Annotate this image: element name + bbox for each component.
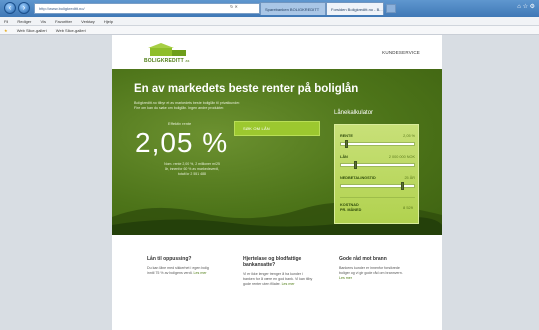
lan-slider-handle[interactable] [353,161,357,169]
tab-boligkreditt-1[interactable]: Sparebanken BOLIGKREDITT [260,2,326,15]
menu-edit[interactable]: Rediger [17,19,31,24]
menu-tools[interactable]: Verktøy [81,19,95,24]
browser-title-bar: ‹ › http://www.boligkreditt.no/ ↻ ✕ Spar… [0,0,539,17]
calculator-divider [340,197,415,198]
hero-title: En av markedets beste renter på boliglån [134,83,359,95]
nedbetalingstid-value: 25 ÅR [404,176,415,180]
info-title: Lån til oppussing? [147,256,192,262]
kundeservice-link[interactable]: KUNDESERVICE [382,50,420,55]
rente-slider-handle[interactable] [344,140,348,148]
tab-boligkreditt-2[interactable]: Forsiden Boligkreditt.no - B... [326,2,384,15]
forward-icon[interactable]: › [18,2,30,14]
nedbetalingstid-row: NEDBETALINGSTID 25 ÅR [340,176,415,180]
menu-favorites[interactable]: Favoritter [55,19,72,24]
read-more-link[interactable]: Les mer [282,282,295,286]
rente-value: 2,05 % [403,134,415,138]
home-icon[interactable]: ⌂ ☆ ⚙ [517,3,535,10]
rente-slider[interactable] [340,140,415,148]
loan-calculator: RENTE 2,05 % LÅN 2 000 000 NOK NEDBETALI… [334,124,419,224]
interest-rate: 2,05 % [135,127,229,158]
hero-description: Boligkreditt.no tilbyr et av markedets b… [134,101,241,110]
hero-banner: En av markedets beste renter på boliglån… [112,69,442,235]
info-block-bankansatte: Hjertelase og blodfattige bankansatte? V… [243,256,313,287]
favorites-star-icon[interactable]: ★ [4,28,8,33]
web-page: BOLIGKREDITT as KUNDESERVICE En av marke… [112,35,442,330]
back-icon[interactable]: ‹ [4,2,16,14]
menu-bar: Fil Rediger Vis Favoritter Verktøy Hjelp [0,17,539,26]
info-text: Du kan låne med sikkerhet i egen bolig i… [147,266,209,275]
rate-note: Nom. rente 2,00 %, 2 millioner m/25 år, … [164,162,220,176]
info-block-oppussing: Lån til oppussing? Du kan låne med sikke… [147,256,217,276]
address-bar[interactable]: http://www.boligkreditt.no/ [34,3,260,14]
lan-value: 2 000 000 NOK [388,155,415,159]
menu-file[interactable]: Fil [4,19,8,24]
menu-view[interactable]: Vis [41,19,46,24]
rente-row: RENTE 2,05 % [340,134,415,138]
favorite-item-2[interactable]: Web Slice-galleri [56,28,86,33]
favorites-bar: ★ Web Slice-galleri Web Slice-galleri [0,26,539,35]
apply-loan-button[interactable]: SØK OM LÅN [234,121,320,136]
lan-row: LÅN 2 000 000 NOK [340,155,415,159]
site-logo[interactable]: BOLIGKREDITT as [144,43,194,65]
nedbetalingstid-slider[interactable] [340,182,415,190]
site-header: BOLIGKREDITT as KUNDESERVICE [112,35,442,69]
info-text: Bankens kunder er innenfor forsikrede bo… [339,266,403,280]
lan-slider[interactable] [340,161,415,169]
info-text: Vi er ikke lenger trenger å ha kunder i … [243,272,313,286]
nedbetalingstid-slider-handle[interactable] [401,182,405,190]
kostnad-value: 8 529 [402,205,413,210]
favorite-item-1[interactable]: Web Slice-galleri [17,28,47,33]
house-logo-icon [148,43,186,56]
calculator-title: Lånekalkulator [334,110,374,116]
refresh-icon[interactable]: ↻ ✕ [230,4,238,9]
info-block-brann: Gode råd mot brann Bankens kunder er inn… [339,256,409,281]
new-tab-button[interactable] [386,4,396,13]
logo-text: BOLIGKREDITT as [144,58,190,64]
info-title: Gode råd mot brann [339,256,387,262]
kostnad-label: KOSTNAD PR. MÅNED [340,203,362,212]
menu-help[interactable]: Hjelp [104,19,113,24]
read-more-link[interactable]: Les mer [339,276,352,280]
rate-label: Effektiv rente [168,121,192,126]
read-more-link[interactable]: Les mer [194,271,207,275]
info-title: Hjertelase og blodfattige bankansatte? [243,256,302,268]
